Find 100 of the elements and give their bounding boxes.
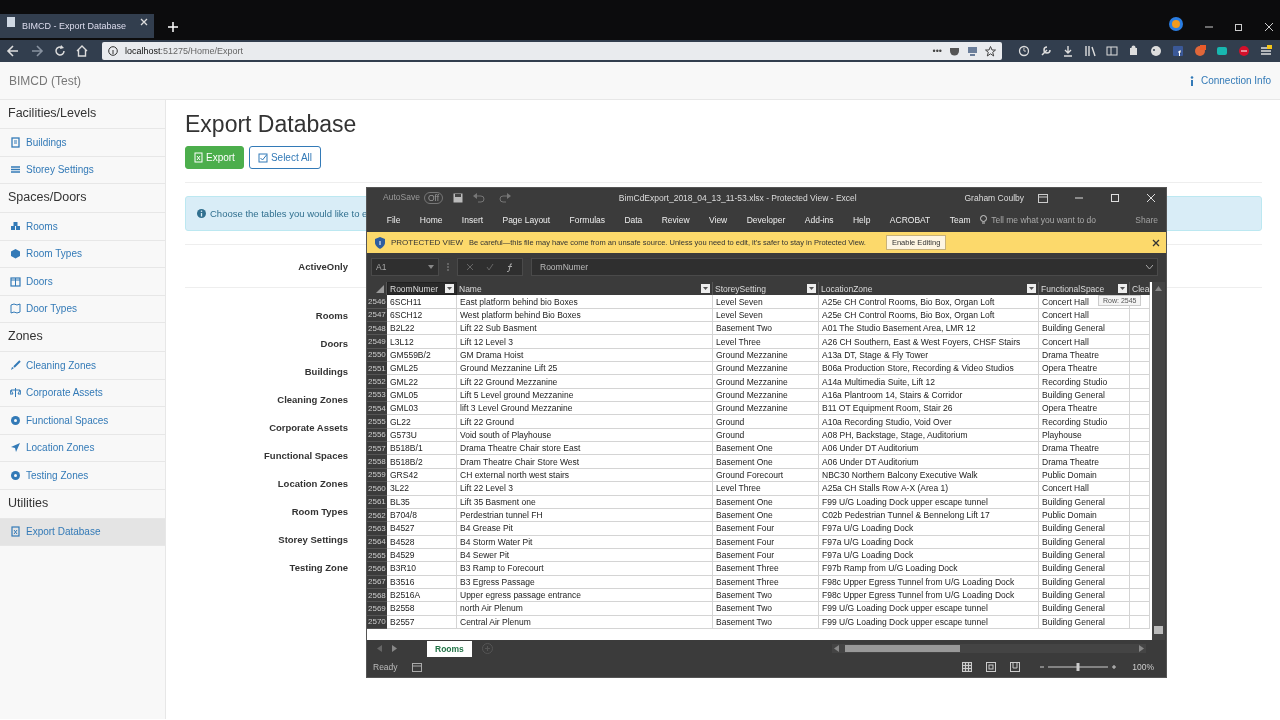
ribbon-tab[interactable]: Formulas — [559, 215, 615, 225]
filter-dropdown-icon[interactable] — [701, 284, 710, 294]
download-icon[interactable] — [1062, 45, 1074, 57]
row-number[interactable]: 2557 — [367, 442, 387, 456]
back-icon[interactable] — [6, 44, 20, 58]
sidebar-item[interactable]: Location Zones — [0, 434, 165, 462]
row-number[interactable]: 2555 — [367, 415, 387, 429]
zoom-level[interactable]: 100% — [1132, 662, 1154, 672]
row-number[interactable]: 2554 — [367, 402, 387, 416]
ribbon-tab[interactable]: Data — [614, 215, 653, 225]
column-header[interactable]: Clea — [1132, 283, 1150, 294]
select-all-corner-icon[interactable] — [376, 284, 384, 293]
filter-dropdown-icon[interactable] — [807, 284, 816, 294]
sidebar-item[interactable]: Cleaning Zones — [0, 352, 165, 380]
ribbon-display-icon[interactable] — [1038, 193, 1048, 203]
user-name[interactable]: Graham Coulby — [964, 193, 1024, 203]
ribbon-tab[interactable]: Insert — [452, 215, 493, 225]
formula-bar[interactable]: RoomNumer — [531, 258, 1158, 276]
filter-dropdown-icon[interactable] — [1027, 284, 1036, 294]
history-icon[interactable] — [1018, 45, 1030, 57]
check-icon[interactable] — [486, 263, 494, 271]
page-layout-icon[interactable] — [986, 662, 997, 672]
row-number[interactable]: 2548 — [367, 322, 387, 336]
select-all-button[interactable]: Select All — [248, 146, 322, 169]
star-icon[interactable] — [985, 45, 996, 57]
sidebar-item[interactable]: Buildings — [0, 129, 165, 157]
filter-dropdown-icon[interactable] — [445, 284, 454, 294]
menu-icon[interactable] — [1260, 45, 1272, 57]
ribbon-tab[interactable]: Home — [410, 215, 453, 225]
redo-icon[interactable] — [497, 193, 512, 203]
library-icon[interactable] — [1084, 45, 1096, 57]
tell-me-search[interactable]: Tell me what you want to do — [991, 215, 1097, 225]
sidebar-item[interactable]: Doors — [0, 268, 165, 296]
share-button[interactable]: Share — [1135, 215, 1158, 225]
sidebar-item[interactable]: Corporate Assets — [0, 379, 165, 407]
table-cell: Opera Theatre — [1039, 402, 1130, 416]
scrollbar-thumb[interactable] — [845, 645, 960, 652]
vertical-scrollbar[interactable] — [1152, 282, 1165, 640]
sidebar-item[interactable]: Testing Zones — [0, 462, 165, 490]
connection-info-link[interactable]: Connection Info — [1200, 75, 1271, 86]
ribbon-tab[interactable]: Add-ins — [795, 215, 844, 225]
sidebar-item[interactable]: Storey Settings — [0, 156, 165, 184]
row-number[interactable]: 2546 — [367, 295, 387, 309]
ribbon-tab[interactable]: View — [699, 215, 737, 225]
sidebar-icon[interactable] — [1106, 45, 1118, 57]
close-icon[interactable] — [1152, 238, 1160, 247]
maximize-icon[interactable] — [1110, 193, 1120, 203]
page-break-icon[interactable] — [1010, 662, 1021, 672]
ribbon-tab[interactable]: Team — [940, 215, 981, 225]
home-icon[interactable] — [76, 45, 88, 57]
sheet-tab[interactable]: Rooms — [427, 640, 472, 657]
more-button[interactable]: ••• — [932, 46, 942, 56]
scrollbar-thumb[interactable] — [1154, 626, 1163, 634]
row-number[interactable]: 2549 — [367, 335, 387, 349]
ribbon-tab[interactable]: Help — [843, 215, 881, 225]
extension-icon[interactable] — [1216, 45, 1228, 57]
globe-icon[interactable] — [1168, 16, 1184, 32]
facebook-icon[interactable] — [1172, 45, 1184, 57]
reload-icon[interactable] — [54, 45, 66, 57]
ribbon-tab[interactable]: Page Layout — [492, 215, 560, 225]
slider-thumb[interactable] — [1076, 663, 1080, 671]
row-number[interactable]: 2566 — [367, 562, 387, 576]
undo-icon[interactable] — [473, 193, 488, 203]
ribbon-tab[interactable]: Review — [652, 215, 700, 225]
new-tab-icon[interactable] — [168, 22, 178, 32]
extension-icon[interactable] — [1194, 45, 1206, 57]
sidebar-item[interactable]: Functional Spaces — [0, 407, 165, 435]
puzzle-icon[interactable] — [1128, 45, 1140, 57]
row-number[interactable]: 2560 — [367, 482, 387, 496]
row-number[interactable]: 2552 — [367, 375, 387, 389]
wrench-icon[interactable] — [1040, 45, 1052, 57]
sidebar-item[interactable]: Rooms — [0, 213, 165, 241]
pocket-icon[interactable] — [949, 45, 960, 57]
palette-icon[interactable] — [1150, 45, 1162, 57]
filter-dropdown-icon[interactable] — [1118, 284, 1127, 294]
brand-name[interactable]: BIMCD (Test) — [9, 73, 81, 88]
sidebar-item[interactable]: Export Database — [0, 518, 165, 546]
address-bar[interactable]: localhost:51275/Home/Export ••• — [102, 42, 1002, 60]
ribbon-tab[interactable]: Developer — [736, 215, 796, 225]
row-number[interactable]: 2551 — [367, 362, 387, 376]
save-icon[interactable] — [453, 193, 464, 203]
monitor-icon[interactable] — [967, 45, 978, 57]
row-number[interactable]: 2558 — [367, 455, 387, 469]
name-box[interactable]: A1 — [371, 258, 439, 276]
restore-icon[interactable] — [1234, 22, 1244, 32]
forward-icon[interactable] — [30, 44, 44, 58]
row-number[interactable]: 2569 — [367, 602, 387, 616]
ribbon-tab[interactable]: File — [377, 215, 411, 225]
blocker-icon[interactable] — [1238, 45, 1250, 57]
row-number[interactable]: 2563 — [367, 522, 387, 536]
normal-view-icon[interactable] — [962, 662, 973, 672]
autosave-toggle[interactable]: AutoSave Off — [383, 192, 444, 204]
function-icon[interactable] — [506, 262, 514, 272]
next-sheet-icon[interactable] — [392, 645, 397, 652]
browser-tab[interactable]: BIMCD - Export Database — [0, 14, 154, 38]
sidebar-item[interactable]: Room Types — [0, 240, 165, 268]
ribbon-tab[interactable]: ACROBAT — [880, 215, 940, 225]
zoom-slider[interactable] — [1038, 662, 1119, 672]
sidebar-item[interactable]: Door Types — [0, 295, 165, 323]
horizontal-scrollbar[interactable] — [832, 644, 1146, 653]
